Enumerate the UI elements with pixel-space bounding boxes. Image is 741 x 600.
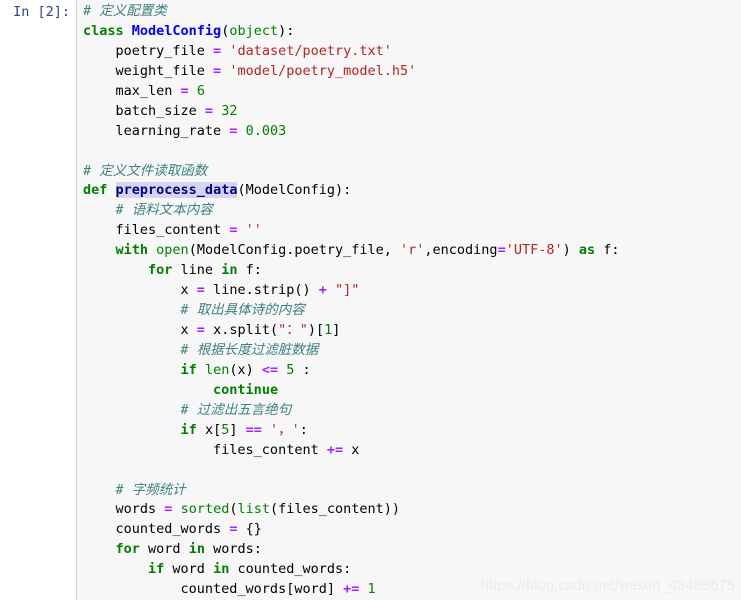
comment-filter-dirty-by-length: # 根据长度过滤脏数据 bbox=[180, 341, 319, 358]
value-encoding: 'UTF-8' bbox=[505, 242, 563, 259]
source-code[interactable]: # 定义配置类 class ModelConfig(object): poetry… bbox=[83, 2, 741, 600]
code-line: x = x.split("：")[1] bbox=[83, 322, 341, 338]
keyword-class: class bbox=[83, 22, 124, 39]
value-poetry-file: 'dataset/poetry.txt' bbox=[229, 42, 392, 59]
value-increment: 1 bbox=[367, 581, 376, 598]
code-line: weight_file = 'model/poetry_model.h5' bbox=[83, 62, 417, 79]
builtin-open: open bbox=[156, 242, 189, 259]
comment-corpus-text-content: # 语料文本内容 bbox=[115, 202, 213, 219]
comment-filter-five-char-quatrain: # 过滤出五言绝句 bbox=[180, 401, 292, 418]
code-line: if word in counted_words: bbox=[148, 561, 352, 578]
code-line: for line in f: bbox=[148, 262, 262, 279]
cell-execution-prompt: In [2]: bbox=[13, 4, 70, 20]
code-line: if x[5] == '，': bbox=[180, 421, 308, 438]
code-line: # 取出具体诗的内容 bbox=[83, 301, 741, 321]
function-name-preprocess-data[interactable]: preprocess_data bbox=[115, 182, 238, 199]
class-name-modelconfig: ModelConfig bbox=[131, 22, 222, 39]
code-line: # 语料文本内容 bbox=[83, 201, 741, 221]
value-colon-separator: "：" bbox=[278, 322, 308, 338]
code-line: batch_size = 32 bbox=[83, 102, 238, 119]
keyword-with: with bbox=[115, 242, 149, 259]
builtin-sorted: sorted bbox=[180, 501, 230, 518]
code-line: # 定义文件读取函数 bbox=[83, 162, 741, 182]
code-line: if len(x) <= 5 : bbox=[180, 361, 311, 378]
value-weight-file: 'model/poetry_model.h5' bbox=[229, 62, 417, 79]
code-line: counted_words = {} bbox=[83, 521, 262, 538]
code-line: files_content = '' bbox=[83, 222, 262, 239]
code-line: class ModelConfig(object): bbox=[83, 22, 295, 39]
code-line: x = line.strip() + "]" bbox=[83, 282, 360, 299]
keyword-in: in bbox=[213, 561, 230, 578]
value-comma-char: '，' bbox=[270, 421, 300, 438]
value-empty-string: '' bbox=[245, 222, 262, 239]
keyword-continue: continue bbox=[213, 381, 279, 398]
keyword-in: in bbox=[188, 541, 205, 558]
comment-define-file-read-function: # 定义文件读取函数 bbox=[83, 162, 208, 179]
code-line: poetry_file = 'dataset/poetry.txt' bbox=[83, 42, 392, 59]
code-line: max_len = 6 bbox=[83, 82, 205, 99]
builtin-list: list bbox=[237, 501, 270, 518]
code-line: continue bbox=[83, 381, 741, 401]
value-learning-rate: 0.003 bbox=[245, 122, 287, 139]
comment-define-config-class: # 定义配置类 bbox=[83, 3, 167, 19]
code-line: for word in words: bbox=[115, 541, 262, 558]
keyword-if: if bbox=[180, 361, 197, 378]
value-batch-size: 32 bbox=[221, 102, 238, 119]
code-editor-area[interactable]: # 定义配置类 class ModelConfig(object): poetry… bbox=[76, 0, 741, 600]
code-line: counted_words[word] += 1 bbox=[83, 581, 376, 598]
code-cell[interactable]: In [2]: # 定义配置类 class ModelConfig(object)… bbox=[0, 0, 741, 600]
keyword-for: for bbox=[115, 541, 140, 558]
code-line: def preprocess_data(ModelConfig): bbox=[83, 182, 352, 199]
builtin-object: object bbox=[229, 22, 279, 39]
keyword-if: if bbox=[180, 421, 197, 438]
comment-word-frequency-stats: # 字频统计 bbox=[115, 481, 186, 498]
keyword-in: in bbox=[221, 262, 238, 279]
code-line: learning_rate = 0.003 bbox=[83, 122, 287, 139]
code-line: # 根据长度过滤脏数据 bbox=[83, 341, 741, 361]
comment-extract-poem-content: # 取出具体诗的内容 bbox=[180, 302, 305, 319]
code-line: # 定义配置类 bbox=[83, 2, 741, 22]
keyword-if: if bbox=[148, 561, 165, 578]
keyword-as: as bbox=[578, 242, 596, 259]
value-file-mode: 'r' bbox=[400, 242, 425, 259]
code-line: with open(ModelConfig.poetry_file, 'r',e… bbox=[115, 242, 620, 259]
code-line: # 字频统计 bbox=[83, 481, 741, 501]
code-line: files_content += x bbox=[83, 441, 360, 458]
keyword-def: def bbox=[83, 182, 108, 199]
code-line: # 过滤出五言绝句 bbox=[83, 401, 741, 421]
builtin-len: len bbox=[204, 361, 230, 378]
keyword-for: for bbox=[148, 262, 173, 279]
notebook-page: In [2]: # 定义配置类 class ModelConfig(object)… bbox=[0, 0, 741, 600]
code-line: words = sorted(list(files_content)) bbox=[83, 501, 401, 518]
value-max-len: 6 bbox=[196, 82, 205, 99]
value-bracket-string: "]" bbox=[335, 282, 360, 299]
